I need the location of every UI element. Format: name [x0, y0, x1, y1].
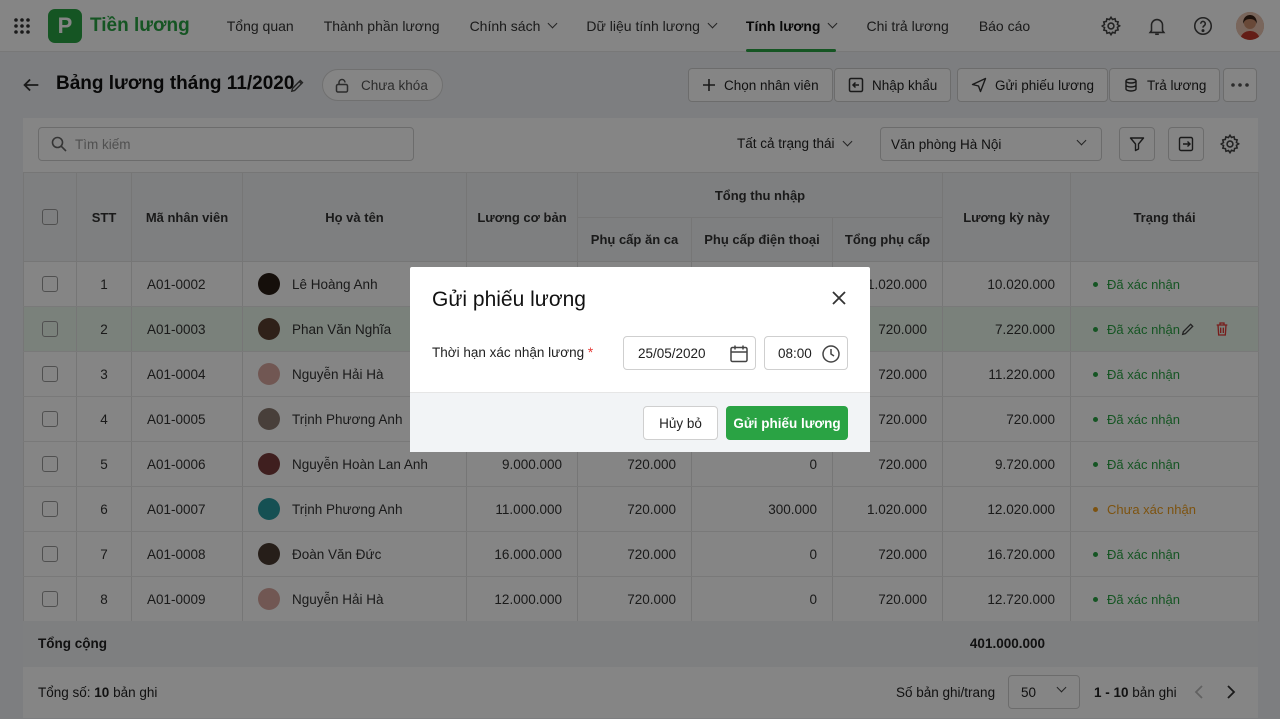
dialog-title: Gửi phiếu lương: [432, 288, 586, 311]
send-payslip-dialog: Gửi phiếu lương Thời hạn xác nhận lương …: [410, 267, 870, 452]
time-value: 08:00: [778, 345, 812, 361]
deadline-date-input[interactable]: 25/05/2020: [623, 336, 756, 370]
calendar-icon: [730, 345, 748, 363]
required-mark: *: [587, 345, 594, 360]
date-value: 25/05/2020: [638, 345, 706, 361]
deadline-time-input[interactable]: 08:00: [764, 336, 848, 370]
clock-icon: [822, 345, 840, 363]
cancel-button[interactable]: Hủy bỏ: [643, 406, 718, 440]
dialog-footer: Hủy bỏ Gửi phiếu lương: [410, 392, 870, 452]
deadline-label: Thời hạn xác nhận lương *: [432, 345, 593, 360]
deadline-label-text: Thời hạn xác nhận lương: [432, 345, 585, 360]
send-payslip-submit-button[interactable]: Gửi phiếu lương: [726, 406, 848, 440]
close-icon[interactable]: [832, 291, 846, 308]
